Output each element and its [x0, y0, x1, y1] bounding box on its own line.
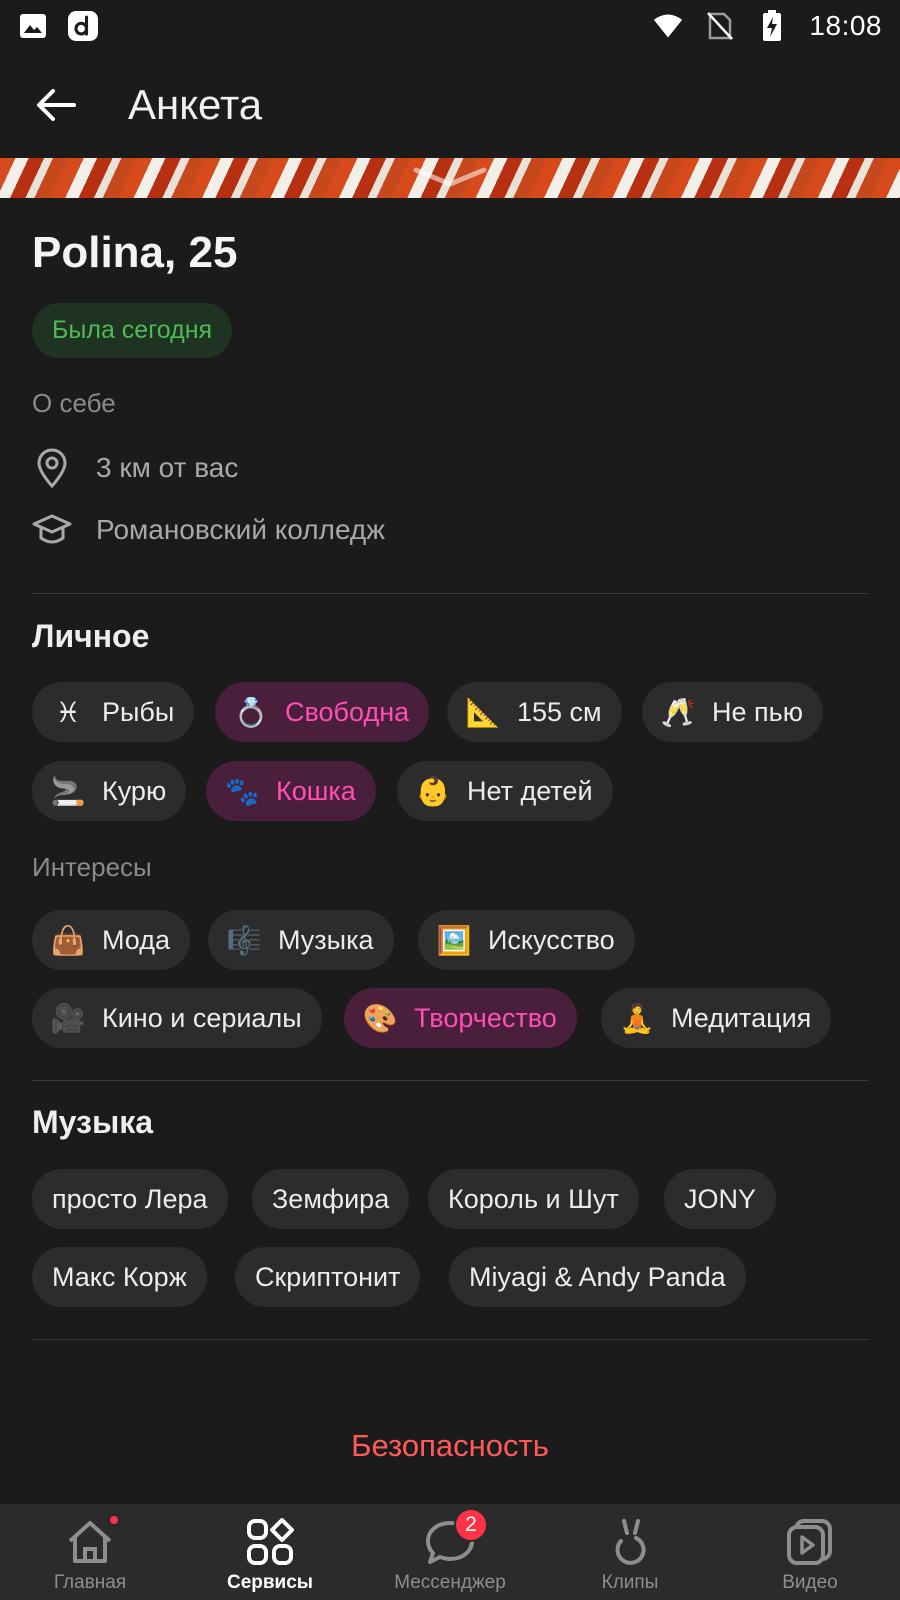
- baby-icon: 👶: [415, 775, 451, 807]
- chip-interest: 👜 Мода: [32, 910, 190, 970]
- chip-interest: 🎼 Музыка: [208, 910, 394, 970]
- chip-relationship: 💍 Свободна: [215, 682, 430, 742]
- palette-icon: 🎨: [362, 1002, 398, 1034]
- app-d-icon: [68, 11, 98, 41]
- location-pin-icon: [32, 448, 72, 488]
- chip-children: 👶 Нет детей: [397, 761, 613, 821]
- education-row: Романовский колледж: [32, 510, 385, 550]
- chip-smoking: 🚬 Курю: [32, 761, 187, 821]
- nav-label: Главная: [53, 1572, 127, 1593]
- chip-artist: Макс Корж: [32, 1247, 207, 1307]
- nav-services[interactable]: Сервисы: [180, 1504, 360, 1600]
- chip-artist: JONY: [664, 1169, 777, 1229]
- chip-artist: Скриптонит: [235, 1247, 421, 1307]
- app-bar: Анкета: [0, 52, 900, 157]
- profile-name: Polina, 25: [32, 228, 238, 277]
- bottom-navigation: Главная Сервисы 2 Мессенджер Клипы Видео: [0, 1504, 900, 1600]
- nav-clips[interactable]: Клипы: [540, 1504, 720, 1600]
- divider: [32, 593, 868, 594]
- notification-dot: [108, 1514, 120, 1526]
- chip-pets: 🐾 Кошка: [206, 761, 376, 821]
- distance-text: 3 км от вас: [96, 452, 239, 483]
- chip-artist: Король и Шут: [428, 1169, 639, 1229]
- chip-interest: 🎨 Творчество: [344, 988, 577, 1048]
- chip-artist: Земфира: [252, 1169, 410, 1229]
- chip-label: Медитация: [671, 1002, 812, 1033]
- section-title-personal: Личное: [32, 618, 150, 654]
- education-text: Романовский колледж: [96, 514, 385, 545]
- online-status-badge: Была сегодня: [32, 303, 233, 358]
- back-button[interactable]: [26, 75, 86, 135]
- section-title-interests: Интересы: [32, 852, 152, 882]
- unread-count-badge: 2: [454, 1508, 488, 1542]
- wifi-icon: [653, 11, 683, 41]
- clips-icon: [602, 1516, 658, 1568]
- chip-label: Творчество: [414, 1002, 557, 1033]
- chip-label: Кошка: [276, 775, 356, 806]
- glasses-icon: 🥂: [660, 696, 696, 728]
- paw-icon: 🐾: [224, 775, 260, 807]
- chip-interest: 🖼️ Искусство: [418, 910, 635, 970]
- chip-label: Мода: [102, 924, 170, 955]
- chip-label: 155 см: [517, 696, 602, 727]
- ring-icon: 💍: [233, 696, 269, 728]
- profile-photo-strip[interactable]: [0, 158, 900, 198]
- meditation-icon: 🧘: [619, 1002, 655, 1034]
- chip-label: Не пью: [712, 696, 803, 727]
- pisces-icon: ♓: [55, 696, 81, 728]
- nav-label: Клипы: [601, 1572, 659, 1593]
- divider: [32, 1339, 868, 1340]
- chip-alcohol: 🥂 Не пью: [642, 682, 823, 742]
- chip-interest: 🎥 Кино и сериалы: [32, 988, 322, 1048]
- chip-label: Свободна: [285, 696, 410, 727]
- chip-label: Нет детей: [467, 775, 593, 806]
- music-score-icon: 🎼: [226, 924, 262, 956]
- chip-zodiac: ♓ Рыбы: [32, 682, 195, 742]
- cigarette-icon: 🚬: [50, 775, 86, 807]
- chip-label: Кино и сериалы: [102, 1002, 302, 1033]
- framed-picture-icon: 🖼️: [436, 924, 472, 956]
- chip-label: Искусство: [488, 924, 615, 955]
- chip-label: Музыка: [278, 924, 374, 955]
- chip-height: 📐 155 см: [447, 682, 622, 742]
- video-play-icon: [782, 1516, 838, 1568]
- chevron-down-icon: [413, 167, 487, 187]
- about-label: О себе: [32, 388, 116, 418]
- graduation-cap-icon: [32, 510, 72, 550]
- chip-interest: 🧘 Медитация: [601, 988, 832, 1048]
- chip-label: Курю: [102, 775, 167, 806]
- clock: 18:08: [809, 10, 882, 41]
- services-grid-icon: [242, 1516, 298, 1568]
- divider: [32, 1080, 868, 1081]
- nav-label: Сервисы: [226, 1572, 314, 1593]
- status-bar: 18:08: [0, 0, 900, 52]
- nav-home[interactable]: Главная: [0, 1504, 180, 1600]
- nav-messenger[interactable]: 2 Мессенджер: [360, 1504, 540, 1600]
- page-title: Анкета: [128, 80, 263, 128]
- handbag-icon: 👜: [50, 924, 86, 956]
- chip-artist: просто Лера: [32, 1169, 228, 1229]
- nav-label: Мессенджер: [394, 1572, 506, 1593]
- gallery-icon: [18, 11, 48, 41]
- battery-charging-icon: [757, 10, 787, 41]
- section-title-music: Музыка: [32, 1104, 154, 1140]
- ruler-icon: 📐: [465, 696, 501, 728]
- nav-video[interactable]: Видео: [720, 1504, 900, 1600]
- chip-label: Рыбы: [102, 696, 175, 727]
- security-button[interactable]: Безопасность: [0, 1428, 900, 1464]
- movie-camera-icon: 🎥: [50, 1002, 86, 1034]
- distance-row: 3 км от вас: [32, 448, 238, 488]
- arrow-left-icon: [37, 88, 76, 121]
- nav-label: Видео: [782, 1572, 838, 1593]
- chip-artist: Miyagi & Andy Panda: [449, 1247, 746, 1307]
- no-sim-icon: [705, 11, 735, 41]
